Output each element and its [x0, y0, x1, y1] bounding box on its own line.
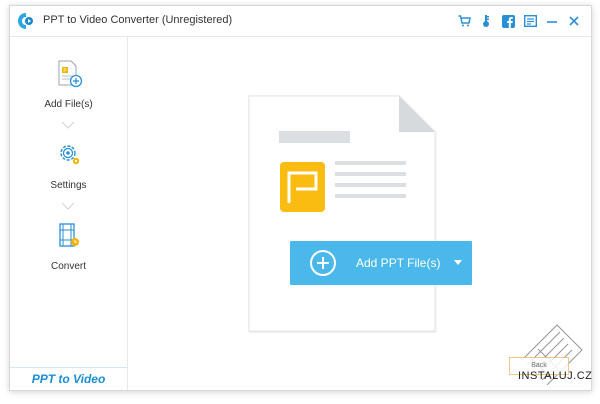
facebook-icon[interactable]	[499, 13, 517, 29]
document-illustration	[248, 95, 436, 332]
sidebar-item-label: Settings	[50, 180, 87, 191]
chevron-down-icon	[61, 121, 75, 129]
close-icon[interactable]	[565, 13, 583, 29]
brand-label: PPT to Video	[10, 367, 127, 390]
settings-gear-icon	[59, 145, 79, 165]
add-file-icon: P	[58, 60, 82, 88]
app-logo-icon	[18, 13, 33, 29]
title-bar: PPT to Video Converter (Unregistered)	[10, 6, 591, 37]
sidebar-item-convert[interactable]: Convert	[10, 221, 127, 272]
sidebar-item-add-files[interactable]: P Add File(s)	[10, 59, 127, 110]
add-ppt-files-button[interactable]: Add PPT File(s)	[290, 241, 472, 285]
plus-circle-icon	[310, 250, 336, 276]
sidebar-item-label: Add File(s)	[44, 99, 93, 110]
feedback-icon[interactable]	[521, 13, 539, 29]
window-title: PPT to Video Converter (Unregistered)	[43, 14, 233, 26]
sidebar: P Add File(s) Settings Convert PPT to Vi…	[10, 37, 128, 390]
sidebar-item-settings[interactable]: Settings	[10, 140, 127, 191]
watermark-text: INSTALUJ.CZ	[518, 370, 593, 382]
dropdown-arrow-icon[interactable]	[454, 260, 462, 265]
sidebar-item-label: Convert	[50, 261, 86, 272]
cart-icon[interactable]	[455, 13, 473, 29]
chevron-down-icon	[61, 202, 75, 210]
add-ppt-files-label: Add PPT File(s)	[356, 256, 441, 270]
minimize-icon[interactable]	[543, 13, 561, 29]
convert-film-icon	[58, 223, 79, 247]
key-icon[interactable]	[477, 13, 495, 29]
